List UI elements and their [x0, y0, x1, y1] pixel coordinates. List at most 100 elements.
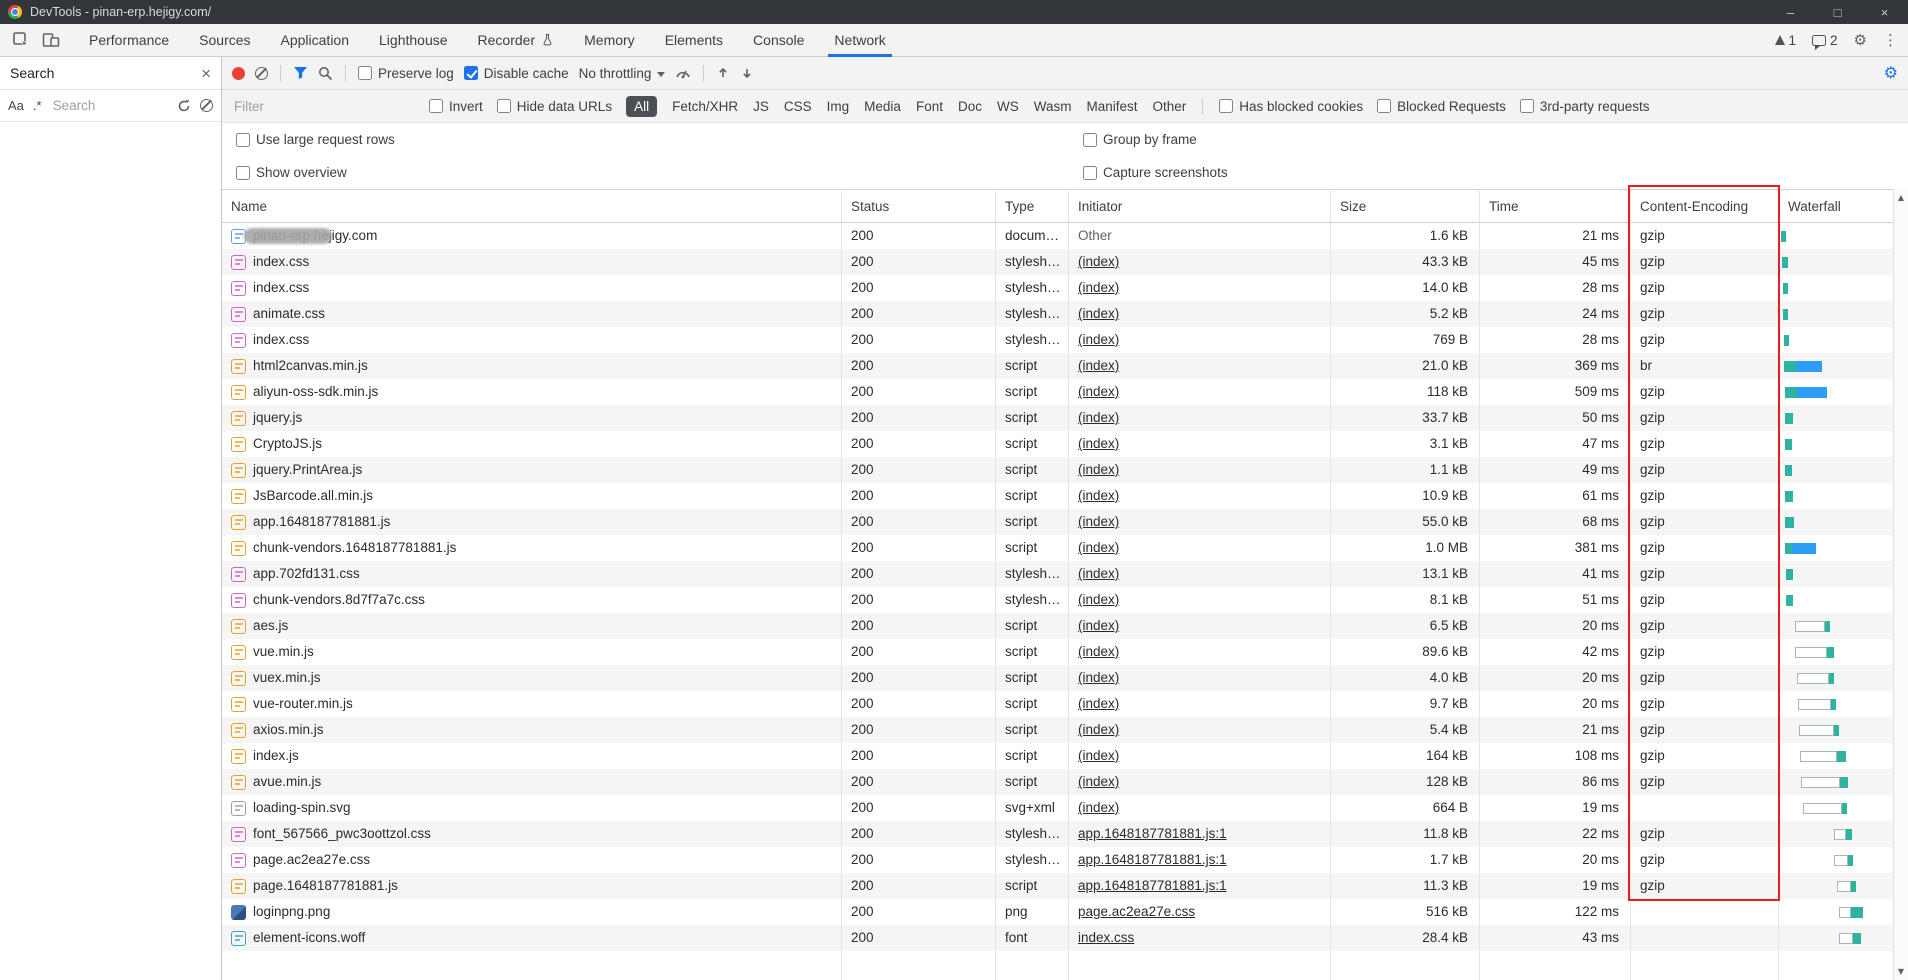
initiator-link[interactable]: (index) [1078, 436, 1119, 451]
request-name[interactable]: aliyun-oss-sdk.min.js [253, 379, 378, 405]
regex-button[interactable]: .* [33, 98, 42, 113]
request-name[interactable]: index.css [253, 327, 309, 353]
filter-type-fetch-xhr[interactable]: Fetch/XHR [672, 99, 738, 114]
third-party-requests-checkbox[interactable]: 3rd-party requests [1519, 99, 1649, 114]
scroll-up-arrow[interactable]: ▲ [1894, 193, 1908, 202]
show-overview-checkbox[interactable]: Show overview [236, 165, 347, 180]
tab-network[interactable]: Network [819, 24, 900, 57]
table-row[interactable]: html2canvas.min.js 200 script (index) 21.0 k… [222, 353, 1893, 379]
initiator-link[interactable]: page.ac2ea27e.css [1078, 904, 1195, 919]
invert-checkbox[interactable]: Invert [429, 99, 483, 114]
maximize-button[interactable]: □ [1814, 0, 1861, 24]
table-row[interactable]: loginpng.png 200 png page.ac2ea27e.css 516 k… [222, 899, 1893, 925]
initiator-link[interactable]: (index) [1078, 462, 1119, 477]
filter-type-wasm[interactable]: Wasm [1034, 99, 1072, 114]
request-name[interactable]: jquery.js [253, 405, 302, 431]
kebab-menu-icon[interactable]: ⋮ [1883, 32, 1898, 48]
device-toolbar-icon[interactable] [36, 26, 66, 54]
table-row[interactable]: index.css 200 stylesh… (index) 769 B 28 ms gzi… [222, 327, 1893, 353]
search-input[interactable] [50, 97, 168, 114]
request-name[interactable]: html2canvas.min.js [253, 353, 368, 379]
filter-type-manifest[interactable]: Manifest [1086, 99, 1137, 114]
tab-lighthouse[interactable]: Lighthouse [364, 24, 463, 56]
column-header-content-encoding[interactable]: Content-Encoding [1631, 190, 1779, 222]
request-name[interactable]: app.702fd131.css [253, 561, 360, 587]
column-header-type[interactable]: Type [996, 190, 1069, 222]
request-name[interactable]: animate.css [253, 301, 325, 327]
initiator-link[interactable]: (index) [1078, 384, 1119, 399]
table-row[interactable]: page.1648187781881.js 200 script app.164818… [222, 873, 1893, 899]
request-name[interactable]: loading-spin.svg [253, 795, 351, 821]
network-settings-gear-icon[interactable]: ⚙ [1884, 65, 1898, 81]
hide-data-urls-checkbox[interactable]: Hide data URLs [496, 99, 612, 114]
tab-recorder[interactable]: Recorder [463, 24, 570, 56]
initiator-link[interactable]: (index) [1078, 254, 1119, 269]
initiator-link[interactable]: (index) [1078, 488, 1119, 503]
inspect-element-icon[interactable] [6, 26, 36, 54]
initiator-link[interactable]: index.css [1078, 930, 1134, 945]
column-header-size[interactable]: Size [1331, 190, 1480, 222]
blocked-requests-checkbox[interactable]: Blocked Requests [1377, 99, 1506, 114]
warnings-badge[interactable]: 1 [1774, 33, 1796, 48]
table-row[interactable]: avue.min.js 200 script (index) 128 kB 86 ms gz… [222, 769, 1893, 795]
request-name[interactable]: JsBarcode.all.min.js [253, 483, 373, 509]
request-name[interactable]: element-icons.woff [253, 925, 365, 951]
initiator-link[interactable]: (index) [1078, 592, 1119, 607]
initiator-link[interactable]: app.1648187781881.js:1 [1078, 852, 1227, 867]
refresh-icon[interactable] [177, 99, 191, 113]
match-case-button[interactable]: Aa [8, 98, 24, 113]
tab-elements[interactable]: Elements [650, 24, 738, 56]
request-name[interactable]: axios.min.js [253, 717, 324, 743]
filter-type-font[interactable]: Font [916, 99, 943, 114]
scroll-down-arrow[interactable]: ▼ [1894, 967, 1908, 976]
disable-cache-checkbox[interactable]: Disable cache [463, 66, 569, 81]
request-name[interactable]: index.js [253, 743, 299, 769]
table-row[interactable]: page.ac2ea27e.css 200 stylesh… app.16481877… [222, 847, 1893, 873]
request-name[interactable]: avue.min.js [253, 769, 321, 795]
request-name[interactable]: chunk-vendors.1648187781881.js [253, 535, 456, 561]
initiator-link[interactable]: (index) [1078, 514, 1119, 529]
filter-type-ws[interactable]: WS [997, 99, 1019, 114]
use-large-request-rows-checkbox[interactable]: Use large request rows [236, 132, 395, 147]
export-har-icon[interactable] [740, 66, 754, 80]
filter-type-doc[interactable]: Doc [958, 99, 982, 114]
column-header-waterfall[interactable]: Waterfall [1779, 190, 1892, 222]
table-row[interactable]: font_567566_pwc3oottzol.css 200 stylesh… ap… [222, 821, 1893, 847]
initiator-link[interactable]: app.1648187781881.js:1 [1078, 826, 1227, 841]
initiator-link[interactable]: (index) [1078, 332, 1119, 347]
network-conditions-icon[interactable] [675, 67, 691, 79]
request-name[interactable]: page.ac2ea27e.css [253, 847, 370, 873]
table-row[interactable]: chunk-vendors.1648187781881.js 200 script (… [222, 535, 1893, 561]
table-row[interactable]: index.css 200 stylesh… (index) 43.3 kB 45 ms g… [222, 249, 1893, 275]
request-name[interactable]: vue-router.min.js [253, 691, 353, 717]
group-by-frame-checkbox[interactable]: Group by frame [1083, 132, 1197, 147]
request-name[interactable]: aes.js [253, 613, 288, 639]
initiator-link[interactable]: (index) [1078, 774, 1119, 789]
tab-console[interactable]: Console [738, 24, 819, 56]
table-row[interactable]: vuex.min.js 200 script (index) 4.0 kB 20 ms gz… [222, 665, 1893, 691]
table-row[interactable]: app.702fd131.css 200 stylesh… (index) 13.1 k… [222, 561, 1893, 587]
filter-input[interactable] [232, 97, 415, 115]
initiator-link[interactable]: app.1648187781881.js:1 [1078, 878, 1227, 893]
table-row[interactable]: loading-spin.svg 200 svg+xml (index) 664 B 19… [222, 795, 1893, 821]
column-header-time[interactable]: Time [1480, 190, 1631, 222]
table-row[interactable]: JsBarcode.all.min.js 200 script (index) 10.9… [222, 483, 1893, 509]
request-name[interactable]: loginpng.png [253, 899, 330, 925]
record-button[interactable] [232, 66, 245, 80]
column-header-status[interactable]: Status [842, 190, 996, 222]
initiator-link[interactable]: (index) [1078, 306, 1119, 321]
initiator-link[interactable]: (index) [1078, 540, 1119, 555]
request-name[interactable]: vuex.min.js [253, 665, 321, 691]
table-row[interactable]: axios.min.js 200 script (index) 5.4 kB 21 ms g… [222, 717, 1893, 743]
request-name[interactable]: page.1648187781881.js [253, 873, 398, 899]
filter-type-media[interactable]: Media [864, 99, 901, 114]
request-name[interactable]: CryptoJS.js [253, 431, 322, 457]
filter-type-css[interactable]: CSS [784, 99, 812, 114]
table-row[interactable]: vue.min.js 200 script (index) 89.6 kB 42 ms gz… [222, 639, 1893, 665]
throttling-dropdown[interactable]: No throttling [579, 66, 666, 81]
tab-performance[interactable]: Performance [74, 24, 184, 56]
tab-application[interactable]: Application [266, 24, 365, 56]
table-row[interactable]: jquery.PrintArea.js 200 script (index) 1.1 k… [222, 457, 1893, 483]
table-row[interactable]: chunk-vendors.8d7f7a7c.css 200 stylesh… (in… [222, 587, 1893, 613]
table-row[interactable]: jquery.js 200 script (index) 33.7 kB 50 ms gzi… [222, 405, 1893, 431]
